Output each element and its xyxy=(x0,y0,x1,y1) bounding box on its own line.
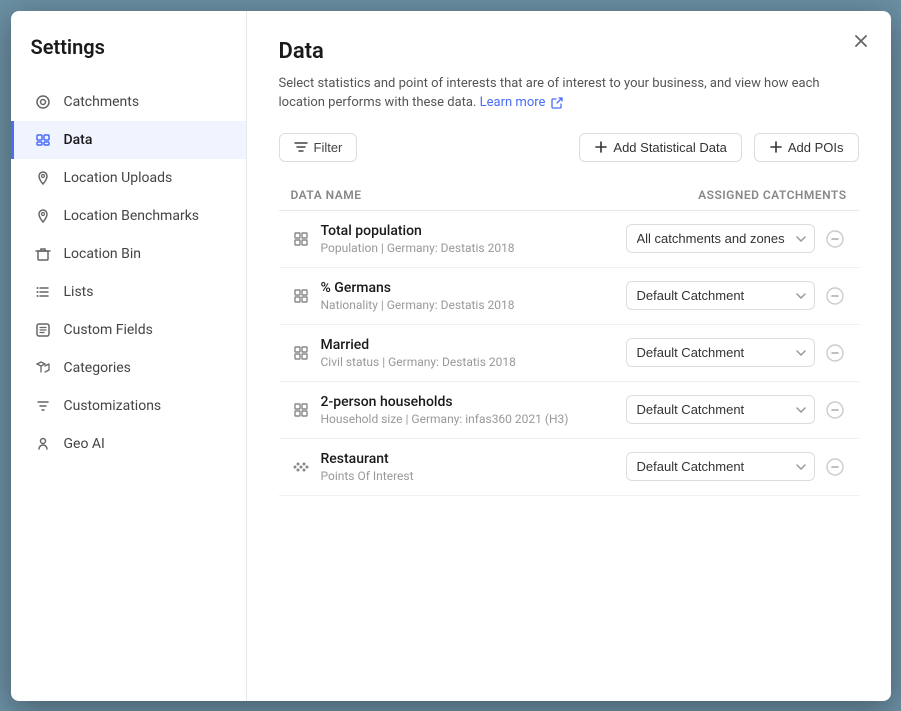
row-title-2-person-households: 2-person households xyxy=(321,394,569,410)
row-title-restaurant: Restaurant xyxy=(321,451,414,467)
data-name-cell: 2-person households Household size | Ger… xyxy=(279,381,599,438)
data-name-cell: Total population Population | Germany: D… xyxy=(279,210,599,267)
add-statistical-data-button[interactable]: Add Statistical Data xyxy=(579,133,741,162)
location-bin-icon xyxy=(34,245,52,263)
remove-button-restaurant[interactable] xyxy=(823,455,847,479)
remove-button-pct-germans[interactable] xyxy=(823,284,847,308)
learn-more-link[interactable]: Learn more xyxy=(480,95,563,110)
row-subtitle-2-person-households: Household size | Germany: infas360 2021 … xyxy=(321,412,569,426)
sidebar-label-categories: Categories xyxy=(64,360,131,376)
settings-modal: Settings Catchments Data Location Upload… xyxy=(11,11,891,701)
sidebar-label-location-bin: Location Bin xyxy=(64,246,142,262)
row-icon-total-population xyxy=(291,229,311,249)
row-title-married: Married xyxy=(321,337,516,353)
categories-icon xyxy=(34,359,52,377)
sidebar-label-lists: Lists xyxy=(64,284,94,300)
sidebar-item-location-bin[interactable]: Location Bin xyxy=(11,235,246,273)
catchment-select-total-population[interactable]: All catchments and zonesDefault Catchmen… xyxy=(626,224,815,253)
catchment-cell-married: All catchments and zonesDefault Catchmen… xyxy=(599,324,859,381)
remove-button-married[interactable] xyxy=(823,341,847,365)
action-buttons: Add Statistical Data Add POIs xyxy=(579,133,858,162)
sidebar: Settings Catchments Data Location Upload… xyxy=(11,11,247,701)
main-content: Data Select statistics and point of inte… xyxy=(247,11,891,701)
sidebar-label-custom-fields: Custom Fields xyxy=(64,322,153,338)
sidebar-item-data[interactable]: Data xyxy=(11,121,246,159)
table-row: Total population Population | Germany: D… xyxy=(279,210,859,267)
customizations-icon xyxy=(34,397,52,415)
remove-button-total-population[interactable] xyxy=(823,227,847,251)
sidebar-label-location-uploads: Location Uploads xyxy=(64,170,173,186)
row-title-total-population: Total population xyxy=(321,223,515,239)
catchment-select-2-person-households[interactable]: All catchments and zonesDefault Catchmen… xyxy=(626,395,815,424)
sidebar-item-lists[interactable]: Lists xyxy=(11,273,246,311)
row-subtitle-pct-germans: Nationality | Germany: Destatis 2018 xyxy=(321,298,515,312)
geo-ai-icon xyxy=(34,435,52,453)
col-assigned-catchments: Assigned Catchments xyxy=(599,180,859,211)
table-row: 2-person households Household size | Ger… xyxy=(279,381,859,438)
add-pois-button[interactable]: Add POIs xyxy=(754,133,859,162)
remove-button-2-person-households[interactable] xyxy=(823,398,847,422)
data-sidebar-icon xyxy=(34,131,52,149)
row-subtitle-restaurant: Points Of Interest xyxy=(321,469,414,483)
catchment-select-married[interactable]: All catchments and zonesDefault Catchmen… xyxy=(626,338,815,367)
catchments-icon xyxy=(34,93,52,111)
row-icon-pct-germans xyxy=(291,286,311,306)
sidebar-item-custom-fields[interactable]: Custom Fields xyxy=(11,311,246,349)
catchment-cell-restaurant: All catchments and zonesDefault Catchmen… xyxy=(599,438,859,495)
sidebar-label-customizations: Customizations xyxy=(64,398,162,414)
table-row: Married Civil status | Germany: Destatis… xyxy=(279,324,859,381)
sidebar-item-catchments[interactable]: Catchments xyxy=(11,83,246,121)
catchment-cell-total-population: All catchments and zonesDefault Catchmen… xyxy=(599,210,859,267)
sidebar-item-customizations[interactable]: Customizations xyxy=(11,387,246,425)
row-subtitle-married: Civil status | Germany: Destatis 2018 xyxy=(321,355,516,369)
sidebar-label-catchments: Catchments xyxy=(64,94,140,110)
catchment-select-pct-germans[interactable]: All catchments and zonesDefault Catchmen… xyxy=(626,281,815,310)
close-button[interactable] xyxy=(847,27,875,55)
row-icon-2-person-households xyxy=(291,400,311,420)
sidebar-title: Settings xyxy=(11,35,246,83)
add-pois-label: Add POIs xyxy=(788,140,844,155)
filter-button[interactable]: Filter xyxy=(279,133,358,162)
col-data-name: Data Name xyxy=(279,180,599,211)
sidebar-label-location-benchmarks: Location Benchmarks xyxy=(64,208,200,224)
sidebar-item-geo-ai[interactable]: Geo AI xyxy=(11,425,246,463)
row-title-pct-germans: % Germans xyxy=(321,280,515,296)
data-name-cell: Restaurant Points Of Interest xyxy=(279,438,599,495)
page-title: Data xyxy=(279,39,859,64)
table-row: Restaurant Points Of Interest All catchm… xyxy=(279,438,859,495)
sidebar-item-location-benchmarks[interactable]: Location Benchmarks xyxy=(11,197,246,235)
add-statistical-data-label: Add Statistical Data xyxy=(613,140,726,155)
sidebar-label-data: Data xyxy=(64,132,93,148)
row-icon-married xyxy=(291,343,311,363)
page-description: Select statistics and point of interests… xyxy=(279,74,859,113)
location-benchmarks-icon xyxy=(34,207,52,225)
table-row: % Germans Nationality | Germany: Destati… xyxy=(279,267,859,324)
toolbar: Filter Add Statistical Data Add POIs xyxy=(279,133,859,162)
sidebar-item-location-uploads[interactable]: Location Uploads xyxy=(11,159,246,197)
sidebar-label-geo-ai: Geo AI xyxy=(64,436,105,452)
row-icon-restaurant xyxy=(291,457,311,477)
custom-fields-icon xyxy=(34,321,52,339)
row-subtitle-total-population: Population | Germany: Destatis 2018 xyxy=(321,241,515,255)
catchment-select-restaurant[interactable]: All catchments and zonesDefault Catchmen… xyxy=(626,452,815,481)
data-name-cell: Married Civil status | Germany: Destatis… xyxy=(279,324,599,381)
data-table: Data Name Assigned Catchments Total popu… xyxy=(279,180,859,496)
lists-icon xyxy=(34,283,52,301)
sidebar-item-categories[interactable]: Categories xyxy=(11,349,246,387)
filter-label: Filter xyxy=(314,140,343,155)
catchment-cell-pct-germans: All catchments and zonesDefault Catchmen… xyxy=(599,267,859,324)
data-name-cell: % Germans Nationality | Germany: Destati… xyxy=(279,267,599,324)
location-uploads-icon xyxy=(34,169,52,187)
catchment-cell-2-person-households: All catchments and zonesDefault Catchmen… xyxy=(599,381,859,438)
